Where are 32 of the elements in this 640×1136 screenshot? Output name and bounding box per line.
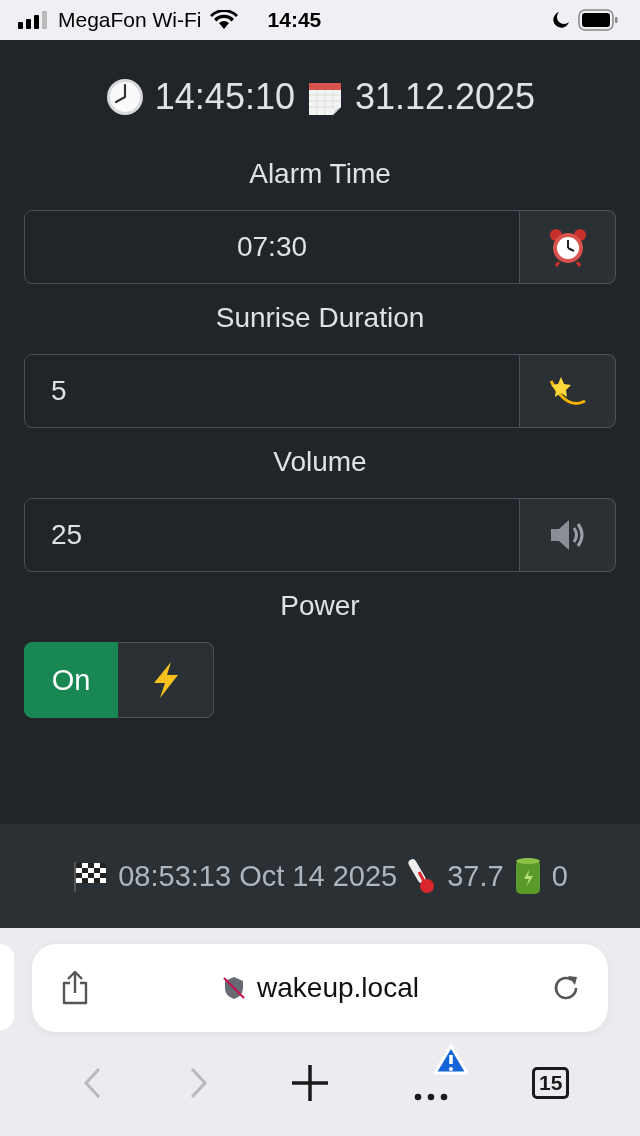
current-time: 14:45:10: [154, 76, 295, 118]
wifi-icon: [209, 10, 238, 30]
checkered-flag-icon: [72, 859, 109, 893]
input-field[interactable]: 5: [24, 354, 520, 428]
field-label: Alarm Time: [248, 158, 392, 190]
more-icon[interactable]: [412, 1092, 449, 1102]
share-icon: [60, 971, 90, 1005]
current-date: 31.12.2025: [354, 76, 536, 118]
alarm-button[interactable]: [520, 210, 616, 284]
moon-icon: [552, 11, 570, 29]
temperature-value: 37.7: [447, 859, 504, 893]
battery-value: 0: [551, 859, 568, 893]
url-text: wakeup.local: [257, 972, 419, 1004]
start-time: 08:53:13 Oct 14 2025: [118, 859, 398, 893]
field-label: Power: [279, 590, 361, 622]
volume-button[interactable]: [520, 498, 616, 572]
input-field[interactable]: 07:30: [24, 210, 520, 284]
status-time: 14:45: [267, 8, 322, 32]
address-bar[interactable]: wakeup.local: [32, 944, 608, 1032]
power-button[interactable]: [118, 642, 214, 718]
power-toggle[interactable]: On: [24, 642, 118, 718]
carrier-name: MegaFon Wi-Fi: [58, 8, 202, 32]
clock-icon: [104, 77, 145, 117]
plus-icon[interactable]: [291, 1064, 330, 1102]
field-label: Sunrise Duration: [214, 302, 426, 334]
battery-icon: [513, 856, 542, 896]
sunrise-button[interactable]: [520, 354, 616, 428]
field-label: Volume: [272, 446, 368, 478]
input-field[interactable]: 25: [24, 498, 520, 572]
signal-icon: [18, 11, 48, 29]
battery-icon: [578, 9, 618, 31]
tab-count[interactable]: 15: [531, 1067, 570, 1099]
